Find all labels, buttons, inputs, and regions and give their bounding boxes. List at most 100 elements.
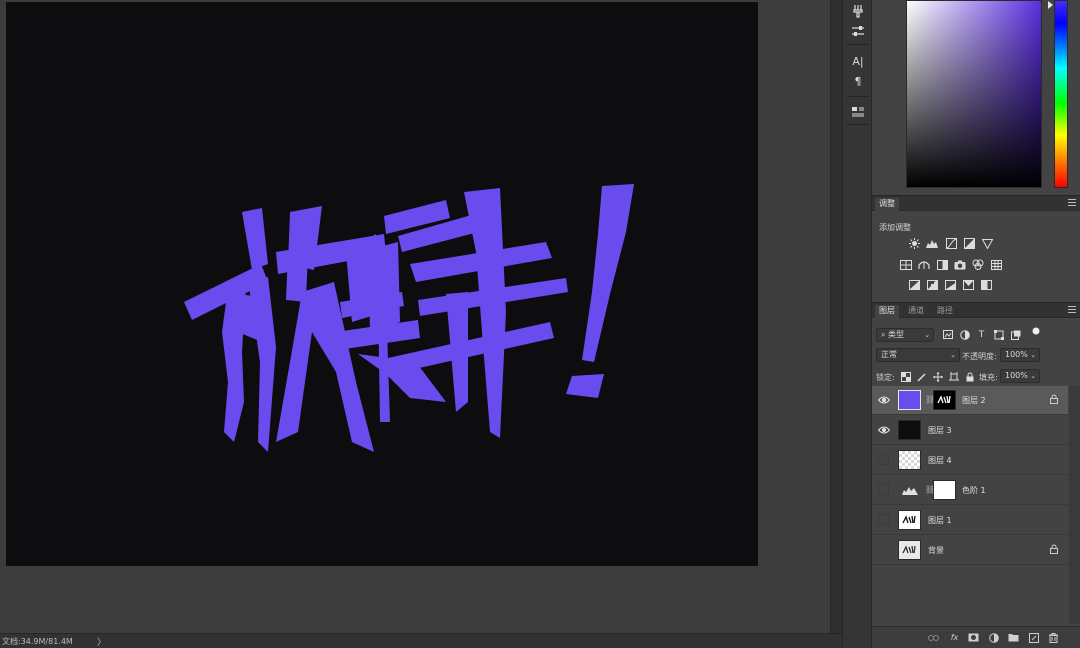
lettering-thumbnail-icon xyxy=(902,515,916,524)
chevron-down-icon: ⌄ xyxy=(1030,351,1036,359)
layer-name[interactable]: 色阶 1 xyxy=(962,485,986,496)
layer-row[interactable]: 图层 4 xyxy=(872,446,1068,475)
layer-row[interactable]: 背景 xyxy=(872,536,1068,565)
layer-thumbnail[interactable] xyxy=(898,510,921,530)
sliders-icon[interactable] xyxy=(848,22,868,40)
panel-menu-icon[interactable] xyxy=(1068,199,1076,207)
tab-paths[interactable]: 路径 xyxy=(933,305,957,318)
lock-position-icon[interactable] xyxy=(932,371,943,382)
layer-thumbnail[interactable] xyxy=(898,450,921,470)
status-bar: 文档:34.9M/81.4M 〉 xyxy=(0,633,842,648)
color-balance-icon[interactable] xyxy=(918,259,930,270)
chain-link-icon[interactable]: ⛓ xyxy=(925,484,935,496)
layer-thumbnail[interactable] xyxy=(898,390,921,410)
color-lookup-icon[interactable] xyxy=(990,259,1002,270)
adjustment-layer-icon[interactable] xyxy=(988,632,999,643)
layer-filter-select[interactable]: ⌕ 类型 ⌄ xyxy=(876,328,934,342)
visibility-toggle[interactable] xyxy=(878,544,889,555)
invert-icon[interactable] xyxy=(908,279,920,290)
chain-link-icon[interactable]: ⛓ xyxy=(925,394,935,406)
trash-icon[interactable] xyxy=(1048,632,1059,643)
hue-slider[interactable] xyxy=(1054,0,1068,188)
levels-adjustment-icon[interactable] xyxy=(902,485,918,495)
filter-toggle-icon[interactable] xyxy=(1030,325,1041,336)
filter-shape-icon[interactable] xyxy=(993,329,1004,340)
gradient-map-icon[interactable] xyxy=(962,279,974,290)
blend-mode-value: 正常 xyxy=(881,350,897,359)
photo-filter-icon[interactable] xyxy=(954,259,966,270)
filter-pixel-icon[interactable] xyxy=(942,329,953,340)
layer-name[interactable]: 图层 4 xyxy=(928,455,952,466)
curves-icon[interactable] xyxy=(945,238,957,249)
properties-icon[interactable] xyxy=(848,103,868,121)
layer-row[interactable]: 图层 1 xyxy=(872,506,1068,535)
levels-icon[interactable] xyxy=(926,238,938,249)
lock-label: 锁定: xyxy=(876,373,895,382)
channel-mixer-icon[interactable] xyxy=(972,259,984,270)
mask-icon[interactable] xyxy=(968,632,979,643)
hue-saturation-icon[interactable] xyxy=(900,259,912,270)
lock-transparent-icon[interactable] xyxy=(900,371,911,382)
brightness-icon[interactable] xyxy=(908,238,920,249)
lock-icon xyxy=(1050,394,1058,404)
filter-type-icon[interactable]: T xyxy=(976,329,987,340)
panel-menu-icon[interactable] xyxy=(1068,306,1076,314)
link-layers-icon[interactable] xyxy=(928,632,939,643)
layer-mask-thumbnail[interactable] xyxy=(933,390,956,410)
layer-thumbnail[interactable] xyxy=(898,420,921,440)
threshold-icon[interactable] xyxy=(944,279,956,290)
lock-all-icon[interactable] xyxy=(964,371,975,382)
layer-row[interactable]: 图层 3 xyxy=(872,416,1068,445)
exposure-icon[interactable] xyxy=(963,238,975,249)
blend-mode-select[interactable]: 正常 ⌄ xyxy=(876,348,960,362)
visibility-toggle[interactable] xyxy=(878,514,889,525)
canvas-workspace[interactable] xyxy=(0,0,830,633)
layer-name[interactable]: 图层 2 xyxy=(962,395,986,406)
tab-adjustments[interactable]: 调整 xyxy=(875,198,899,211)
layer-mask-thumbnail[interactable] xyxy=(933,480,956,500)
vibrance-icon[interactable] xyxy=(981,238,993,249)
layer-name[interactable]: 图层 3 xyxy=(928,425,952,436)
black-white-icon[interactable] xyxy=(936,259,948,270)
tool-separator xyxy=(847,44,869,45)
brush-select-icon[interactable] xyxy=(848,2,868,20)
chevron-down-icon: ⌄ xyxy=(950,351,956,359)
lock-pixels-icon[interactable] xyxy=(916,371,927,382)
add-adjustment-label: 添加调整 xyxy=(879,223,911,232)
eye-icon[interactable] xyxy=(878,395,890,405)
character-icon[interactable]: A| xyxy=(848,52,868,70)
color-saturation-field[interactable] xyxy=(906,0,1042,188)
opacity-value: 100% xyxy=(1005,350,1028,359)
visibility-toggle[interactable] xyxy=(878,484,889,495)
tab-layers[interactable]: 图层 xyxy=(875,305,899,318)
eye-icon[interactable] xyxy=(878,425,890,435)
hue-slider-marker[interactable] xyxy=(1048,1,1053,9)
tab-channels[interactable]: 通道 xyxy=(904,305,928,318)
posterize-icon[interactable] xyxy=(926,279,938,290)
fill-input[interactable]: 100% ⌄ xyxy=(1000,369,1040,383)
canvas-vertical-scrollbar[interactable] xyxy=(830,0,842,633)
adjustments-tabbar: 调整 xyxy=(872,195,1080,211)
layers-scrollbar[interactable] xyxy=(1069,386,1080,624)
group-icon[interactable] xyxy=(1008,632,1019,643)
new-layer-icon[interactable] xyxy=(1028,632,1039,643)
layers-bottom-bar: fx xyxy=(872,626,1080,648)
visibility-toggle[interactable] xyxy=(878,454,889,465)
layer-name[interactable]: 背景 xyxy=(928,545,944,556)
selective-color-icon[interactable] xyxy=(980,279,992,290)
status-menu-arrow[interactable]: 〉 xyxy=(97,635,106,648)
paragraph-icon[interactable]: ¶ xyxy=(848,72,868,90)
tool-separator xyxy=(847,124,869,125)
layer-row[interactable]: ⛓ 图层 2 xyxy=(872,386,1068,415)
opacity-input[interactable]: 100% ⌄ xyxy=(1000,348,1040,362)
lock-artboard-icon[interactable] xyxy=(948,371,959,382)
fx-icon[interactable]: fx xyxy=(949,632,960,643)
artwork-brush-lettering xyxy=(184,184,634,452)
filter-adjustment-icon[interactable] xyxy=(959,329,970,340)
mask-lettering-icon xyxy=(937,395,951,404)
document-canvas[interactable] xyxy=(6,2,758,566)
filter-smart-object-icon[interactable] xyxy=(1010,329,1021,340)
layer-row[interactable]: ⛓ 色阶 1 xyxy=(872,476,1068,505)
layer-thumbnail[interactable] xyxy=(898,540,921,560)
layer-name[interactable]: 图层 1 xyxy=(928,515,952,526)
